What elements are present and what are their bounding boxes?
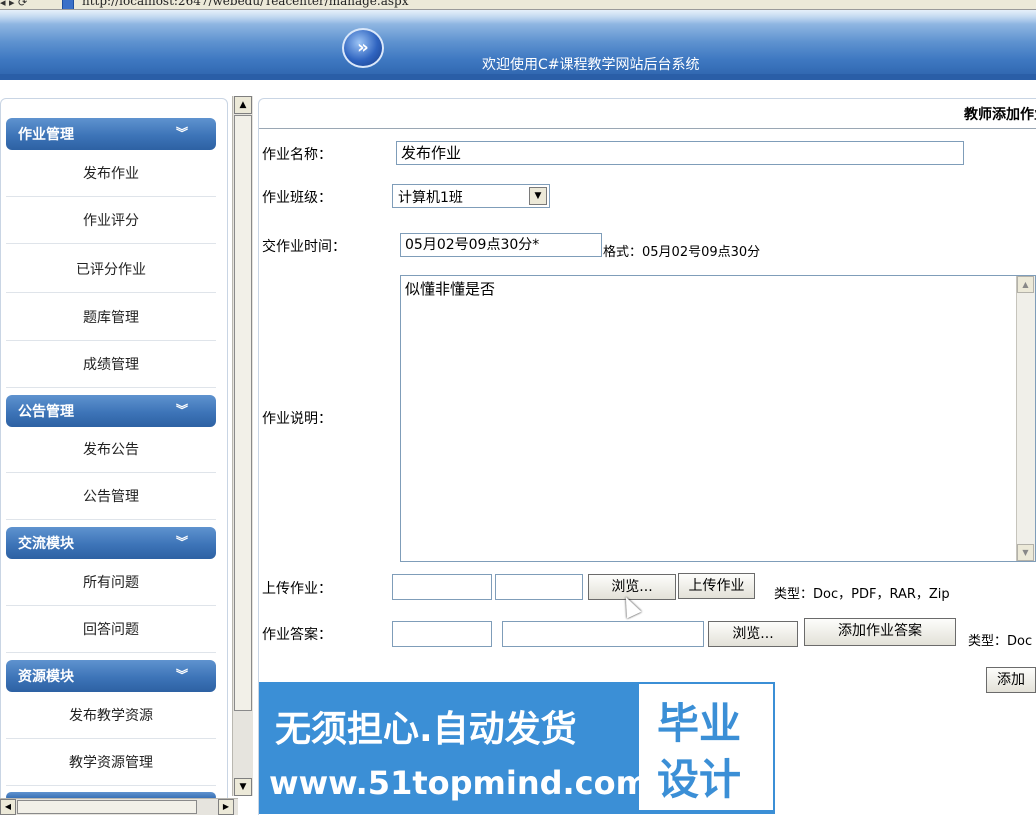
due-time-label: 交作业时间： xyxy=(262,239,346,255)
textarea-scrollbar[interactable]: ▲ ▼ xyxy=(1016,276,1035,561)
upload-homework-label: 上传作业： xyxy=(262,581,332,597)
banner-shine xyxy=(0,10,1036,24)
sidebar-section-communication[interactable]: 交流模块 ︾ xyxy=(6,527,216,559)
answer-file-name-input[interactable] xyxy=(502,621,704,647)
homework-name-label: 作业名称： xyxy=(262,147,332,163)
sidebar-item-publish-resource[interactable]: 发布教学资源 xyxy=(6,694,216,739)
scroll-left-arrow-icon[interactable]: ◀ xyxy=(0,799,16,815)
dropdown-arrow-icon[interactable]: ▼ xyxy=(529,187,547,205)
sidebar-item-answer-questions[interactable]: 回答问题 xyxy=(6,608,216,653)
due-time-format-hint: 格式：05月02号09点30分 xyxy=(603,245,761,260)
scroll-right-arrow-icon[interactable]: ▶ xyxy=(218,799,234,815)
upload-file-path-input[interactable] xyxy=(392,574,492,600)
sidebar-item-question-bank[interactable]: 题库管理 xyxy=(6,296,216,341)
upload-file-name-input[interactable] xyxy=(495,574,583,600)
sidebar-item-score-management[interactable]: 成绩管理 xyxy=(6,343,216,388)
scroll-up-arrow-icon[interactable]: ▲ xyxy=(1017,276,1034,293)
sidebar-item-publish-announcement[interactable]: 发布公告 xyxy=(6,428,216,473)
sidebar-item-announcement-management[interactable]: 公告管理 xyxy=(6,475,216,520)
title-divider xyxy=(259,128,1036,129)
description-label: 作业说明： xyxy=(262,411,332,427)
url-text[interactable]: http://localhost:2647/webedu/Teacenter/m… xyxy=(82,0,408,8)
homework-class-select[interactable]: 计算机1班 ▼ xyxy=(392,184,550,208)
sidebar-item-graded-homework[interactable]: 已评分作业 xyxy=(6,248,216,293)
add-answer-button[interactable]: 添加作业答案 xyxy=(804,618,956,646)
sidebar-item-publish-homework[interactable]: 发布作业 xyxy=(6,152,216,197)
sidebar-horizontal-scrollbar[interactable]: ◀ ▶ xyxy=(0,798,238,815)
upload-homework-button[interactable]: 上传作业 xyxy=(678,573,755,599)
sidebar-section-resources[interactable]: 资源模块 ︾ xyxy=(6,660,216,692)
scroll-down-arrow-icon[interactable]: ▼ xyxy=(1017,544,1034,561)
answer-label: 作业答案： xyxy=(262,627,332,643)
watermark-logo-box: 毕业 设计 xyxy=(639,684,773,810)
sidebar-item-grade-homework[interactable]: 作业评分 xyxy=(6,199,216,244)
answer-file-types: 类型：Doc xyxy=(968,634,1033,649)
chevron-down-icon: ︾ xyxy=(175,403,188,417)
homework-name-input[interactable]: 发布作业 xyxy=(396,141,964,165)
scroll-down-arrow-icon[interactable]: ▼ xyxy=(234,778,252,796)
watermark-slogan: 无须担心.自动发货 xyxy=(275,709,577,750)
submit-add-button[interactable]: 添加 xyxy=(986,667,1036,693)
answer-browse-button[interactable]: 浏览... xyxy=(708,621,798,647)
sidebar-item-resource-management[interactable]: 教学资源管理 xyxy=(6,741,216,786)
banner-bottom-line xyxy=(0,74,1036,80)
homework-class-label: 作业班级： xyxy=(262,190,332,206)
sidebar-vertical-scrollbar[interactable]: ▲ ▼ xyxy=(232,96,253,796)
scroll-up-arrow-icon[interactable]: ▲ xyxy=(234,96,252,114)
answer-file-path-input[interactable] xyxy=(392,621,492,647)
sidebar-item-all-questions[interactable]: 所有问题 xyxy=(6,561,216,606)
chevron-down-icon: ︾ xyxy=(175,535,188,549)
scroll-thumb-horizontal[interactable] xyxy=(17,800,197,814)
section-title: 交流模块 xyxy=(18,536,74,552)
scroll-thumb[interactable] xyxy=(234,115,252,711)
description-text: 似懂非懂是否 xyxy=(405,280,496,298)
description-textarea[interactable]: 似懂非懂是否 ▲ ▼ xyxy=(400,275,1036,562)
sidebar-section-homework[interactable]: 作业管理 ︾ xyxy=(6,118,216,150)
watermark-banner: 无须担心.自动发货 www.51topmind.com 毕业 设计 xyxy=(259,682,775,814)
sidebar-section-announcement[interactable]: 公告管理 ︾ xyxy=(6,395,216,427)
watermark-logo-line1: 毕业 xyxy=(657,699,742,748)
address-bar[interactable]: ◂ ▸ ⟳ http://localhost:2647/webedu/Teace… xyxy=(0,0,1036,10)
watermark-url: www.51topmind.com xyxy=(269,764,649,802)
section-title: 作业管理 xyxy=(18,127,74,143)
page-favicon-icon xyxy=(62,0,74,9)
header-banner: » 欢迎使用C#课程教学网站后台系统 xyxy=(0,10,1036,80)
upload-file-types: 类型：Doc，PDF，RAR，Zip xyxy=(774,587,950,602)
watermark-logo-line2: 设计 xyxy=(657,755,742,804)
chevron-down-icon: ︾ xyxy=(175,126,188,140)
section-title: 资源模块 xyxy=(18,669,74,685)
chevron-down-icon: ︾ xyxy=(175,668,188,682)
nav-buttons-icon[interactable]: ◂ ▸ ⟳ xyxy=(0,0,27,9)
site-title: 欢迎使用C#课程教学网站后台系统 xyxy=(482,57,700,73)
class-select-value: 计算机1班 xyxy=(398,190,463,206)
due-time-input[interactable]: 05月02号09点30分* xyxy=(400,233,602,257)
logo-arrow-icon: » xyxy=(342,28,384,68)
section-title: 公告管理 xyxy=(18,404,74,420)
page-title: 教师添加作业 xyxy=(964,107,1036,123)
